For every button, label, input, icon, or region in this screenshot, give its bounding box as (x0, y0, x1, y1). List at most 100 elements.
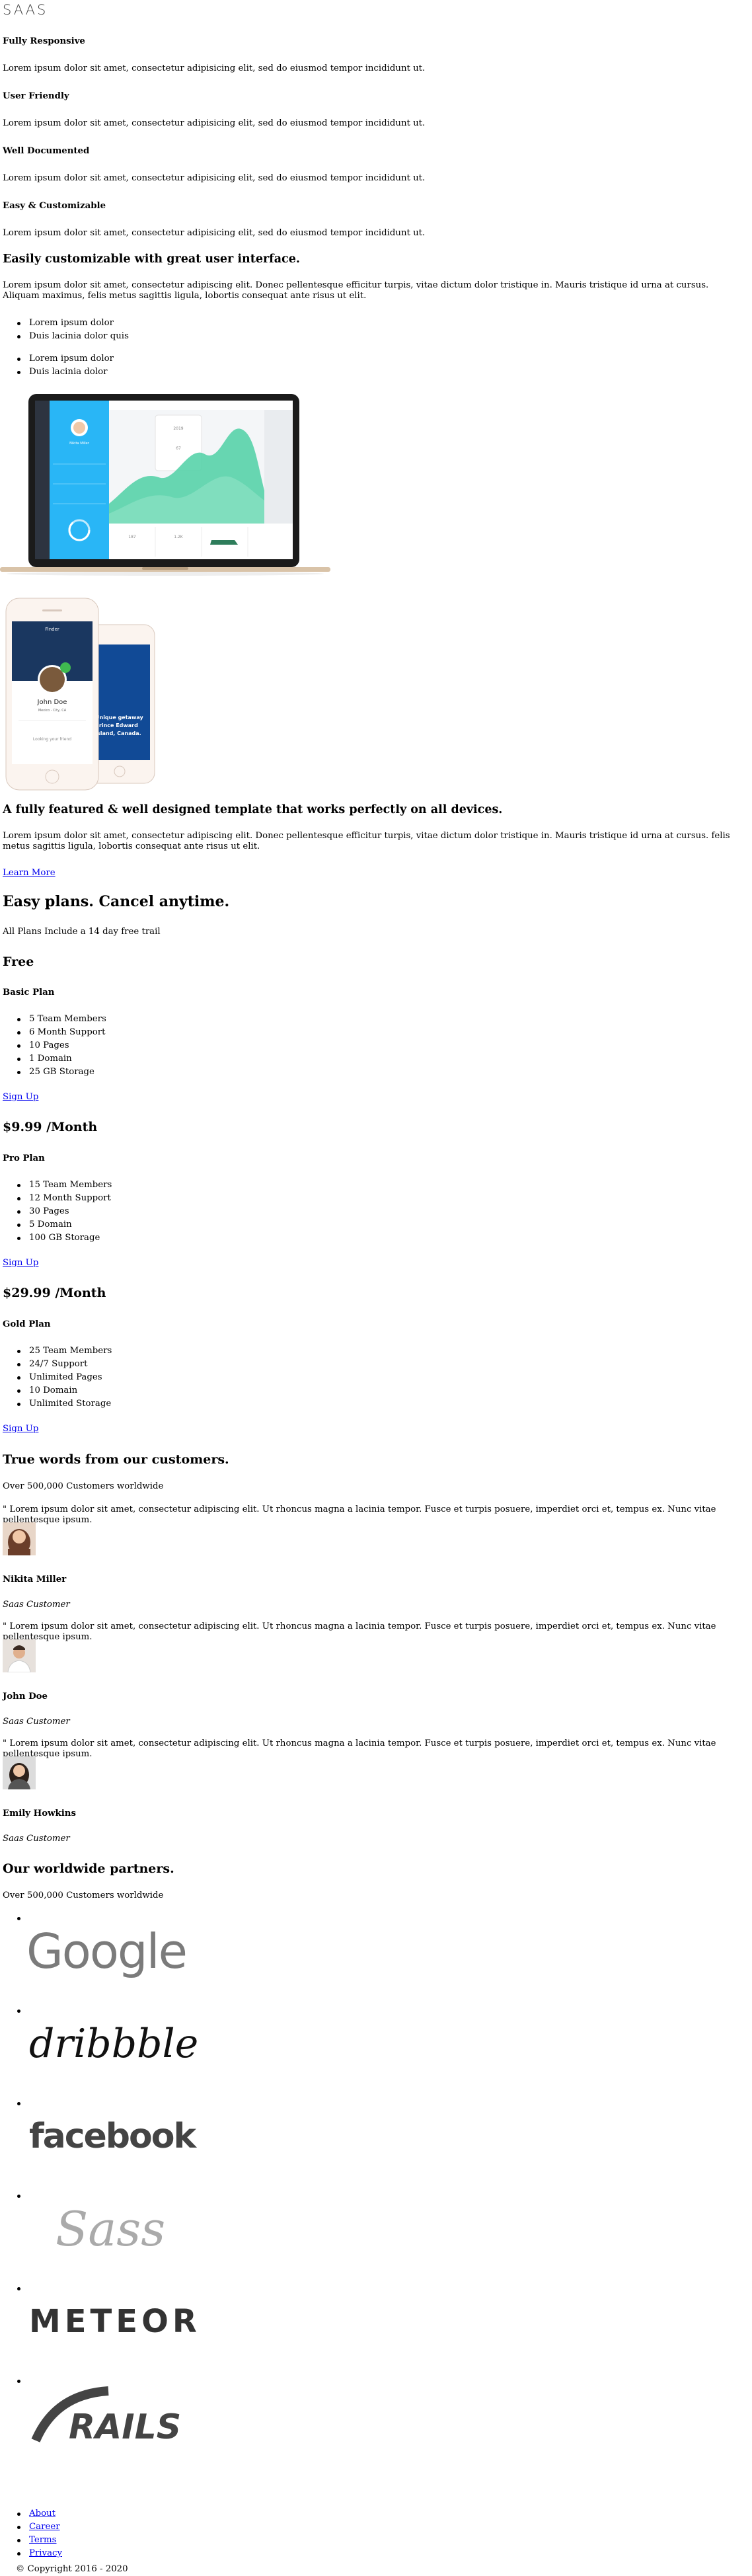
plan-features: 25 Team Members 24/7 Support Unlimited P… (3, 1345, 112, 1411)
plan-feature: 5 Domain (3, 1218, 112, 1231)
phone-search: Looking your friend (33, 737, 71, 742)
customize-text: Lorem ipsum dolor sit amet, consectetur … (3, 280, 709, 301)
footer-link-item: Terms (3, 2534, 62, 2547)
footer-link-privacy[interactable]: Privacy (29, 2548, 62, 2558)
testimonial-role: Saas Customer (3, 1600, 70, 1610)
partner-item: Sass (3, 2189, 201, 2282)
phone-profile-name: John Doe (37, 699, 67, 706)
copyright: © Copyright 2016 - 2020 (16, 2564, 128, 2574)
facebook-logo: facebook (29, 2117, 196, 2156)
testimonials-heading: True words from our customers. (3, 1452, 229, 1467)
footer-nav: About Career Terms Privacy (3, 2507, 62, 2560)
plan-price: $29.99 /Month (3, 1286, 106, 1300)
plan-feature: 15 Team Members (3, 1179, 112, 1192)
customize-list-1: Lorem ipsum dolor Duis lacinia dolor qui… (3, 317, 129, 343)
list-item: Duis lacinia dolor (3, 366, 114, 379)
customize-list-2: Lorem ipsum dolor Duis lacinia dolor (3, 352, 114, 379)
plan-feature: 10 Domain (3, 1384, 112, 1397)
signup-button[interactable]: Sign Up (3, 1424, 38, 1434)
testimonial-quote: " Lorem ipsum dolor sit amet, consectetu… (3, 1621, 716, 1642)
partner-item: METEOR (3, 2282, 201, 2374)
meteor-logo: METEOR (29, 2303, 201, 2340)
testimonials-subheading: Over 500,000 Customers worldwide (3, 1481, 164, 1491)
partners-subheading: Over 500,000 Customers worldwide (3, 1891, 164, 1900)
laptop-image: Nikita Miller 2019 67 187 1.2K (0, 391, 330, 583)
page: SAAS Fully Responsive Lorem ipsum dolor … (0, 0, 752, 2576)
brand-logo[interactable]: SAAS (3, 2, 48, 18)
plan-price: Free (3, 955, 34, 969)
plan-name: Pro Plan (3, 1153, 45, 1163)
svg-text:Unique getaway: Unique getaway (95, 715, 143, 721)
learn-more-link[interactable]: Learn More (3, 868, 56, 878)
pricing-heading: Easy plans. Cancel anytime. (3, 893, 230, 910)
footer-link-about[interactable]: About (29, 2509, 56, 2518)
laptop-stat: 1.2K (174, 535, 184, 539)
testimonial-name: Emily Howkins (3, 1809, 76, 1818)
partners-list: Google dribbble facebook Sass METEOR RAI… (3, 1912, 201, 2467)
laptop-stat: 2019 (173, 426, 183, 431)
feature-text: Lorem ipsum dolor sit amet, consectetur … (3, 118, 426, 128)
avatar (3, 1639, 36, 1672)
footer-link-item: Career (3, 2520, 62, 2534)
list-item: Duis lacinia dolor quis (3, 330, 129, 343)
plan-feature: 6 Month Support (3, 1026, 106, 1039)
plan-name: Gold Plan (3, 1319, 51, 1329)
feature-title: Well Documented (3, 146, 90, 156)
svg-text:Prince Edward: Prince Edward (95, 722, 138, 728)
feature-title: Fully Responsive (3, 36, 85, 46)
rails-logo: RAILS (29, 2381, 181, 2447)
svg-text:Island, Canada.: Island, Canada. (95, 730, 141, 736)
testimonial-name: John Doe (3, 1692, 48, 1701)
plan-feature: 10 Pages (3, 1039, 106, 1052)
plan-name: Basic Plan (3, 988, 55, 997)
google-logo: Google (26, 1924, 188, 1979)
phones-image: Unique getaway Prince Edward Island, Can… (3, 595, 161, 793)
avatar (3, 1756, 36, 1789)
plan-features: 15 Team Members 12 Month Support 30 Page… (3, 1179, 112, 1245)
partner-item: facebook (3, 2097, 201, 2189)
dribbble-logo: dribbble (29, 2021, 199, 2067)
partners-heading: Our worldwide partners. (3, 1861, 174, 1876)
rails-logo-text: RAILS (69, 2407, 182, 2447)
footer-link-item: Privacy (3, 2547, 62, 2560)
footer-link-terms[interactable]: Terms (29, 2535, 57, 2545)
sass-logo: Sass (56, 2201, 166, 2257)
signup-button[interactable]: Sign Up (3, 1258, 38, 1268)
pricing-subheading: All Plans Include a 14 day free trail (3, 927, 161, 937)
phone-brand: Finder (45, 627, 59, 632)
plan-price: $9.99 /Month (3, 1120, 98, 1134)
list-item: Lorem ipsum dolor (3, 352, 114, 366)
footer-link-career[interactable]: Career (29, 2522, 60, 2532)
phone-profile-role: Mexico - City, CA (38, 709, 67, 713)
feature-text: Lorem ipsum dolor sit amet, consectetur … (3, 228, 426, 238)
avatar (3, 1522, 36, 1555)
plan-feature: 100 GB Storage (3, 1231, 112, 1245)
partner-item: Google (3, 1912, 201, 2004)
devices-text: Lorem ipsum dolor sit amet, consectetur … (3, 831, 730, 851)
devices-heading: A fully featured & well designed templat… (3, 803, 503, 816)
plan-feature: Unlimited Pages (3, 1371, 112, 1384)
partner-item: dribbble (3, 2004, 201, 2097)
testimonial-role: Saas Customer (3, 1834, 70, 1844)
laptop-profile-name: Nikita Miller (69, 442, 90, 446)
testimonial-quote: " Lorem ipsum dolor sit amet, consectetu… (3, 1504, 716, 1525)
footer-link-item: About (3, 2507, 62, 2520)
feature-text: Lorem ipsum dolor sit amet, consectetur … (3, 63, 426, 73)
signup-button[interactable]: Sign Up (3, 1092, 38, 1102)
laptop-stat: 187 (128, 535, 136, 539)
plan-feature: Unlimited Storage (3, 1397, 112, 1411)
feature-title: Easy & Customizable (3, 201, 106, 211)
testimonial-role: Saas Customer (3, 1717, 70, 1727)
laptop-stat: 67 (176, 446, 181, 451)
plan-feature: 5 Team Members (3, 1013, 106, 1026)
customize-heading: Easily customizable with great user inte… (3, 253, 300, 266)
plan-feature: 1 Domain (3, 1052, 106, 1066)
plan-features: 5 Team Members 6 Month Support 10 Pages … (3, 1013, 106, 1079)
feature-title: User Friendly (3, 91, 69, 101)
plan-feature: 25 GB Storage (3, 1066, 106, 1079)
testimonial-name: Nikita Miller (3, 1575, 67, 1584)
plan-feature: 24/7 Support (3, 1358, 112, 1371)
plan-feature: 25 Team Members (3, 1345, 112, 1358)
list-item: Lorem ipsum dolor (3, 317, 129, 330)
plan-feature: 30 Pages (3, 1205, 112, 1218)
